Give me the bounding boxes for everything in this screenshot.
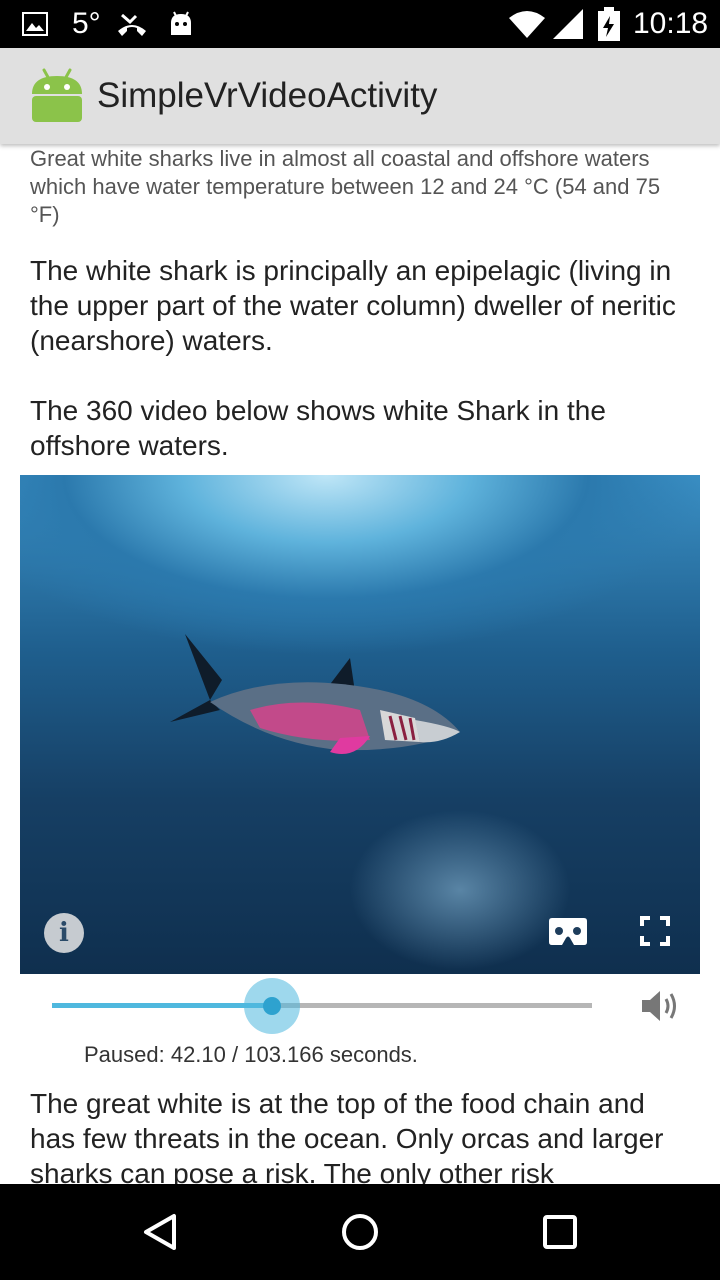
volume-icon[interactable] (640, 986, 684, 1026)
action-bar: SimpleVrVideoActivity (0, 48, 720, 144)
info-icon[interactable]: i (44, 913, 84, 953)
vr-video-view[interactable]: i (20, 475, 700, 974)
android-debug-icon (168, 0, 194, 48)
cardboard-icon[interactable] (549, 918, 587, 945)
navigation-bar (0, 1184, 720, 1280)
seek-progress-fill (52, 1003, 273, 1008)
playback-status-text: Paused: 42.10 / 103.166 seconds. (84, 1042, 418, 1067)
home-icon[interactable] (336, 1208, 384, 1256)
android-robot-icon (30, 68, 84, 124)
back-icon[interactable] (136, 1208, 184, 1256)
video-seek-bar[interactable] (52, 978, 592, 1034)
temperature-text: 5° (72, 7, 101, 40)
status-bar: 5° 10:18 (0, 0, 720, 48)
intro-paragraph: Great white sharks live in almost all co… (30, 146, 661, 227)
body-paragraph: The great white is at the top of the foo… (30, 1088, 664, 1184)
app-title: SimpleVrVideoActivity (97, 76, 438, 115)
fullscreen-icon[interactable] (640, 916, 670, 946)
clock-text: 10:18 (633, 7, 709, 40)
battery-charging-icon (597, 0, 621, 48)
wifi-icon (509, 0, 545, 48)
signal-icon (553, 0, 583, 48)
image-icon (22, 0, 48, 48)
missed-call-icon (116, 0, 148, 48)
scroll-content[interactable]: Great white sharks live in almost all co… (0, 144, 720, 1184)
recents-icon[interactable] (536, 1208, 584, 1256)
body-paragraph: The white shark is principally an epipel… (30, 255, 676, 356)
shark-video-frame (170, 634, 570, 970)
body-paragraph: The 360 video below shows white Shark in… (30, 395, 606, 461)
